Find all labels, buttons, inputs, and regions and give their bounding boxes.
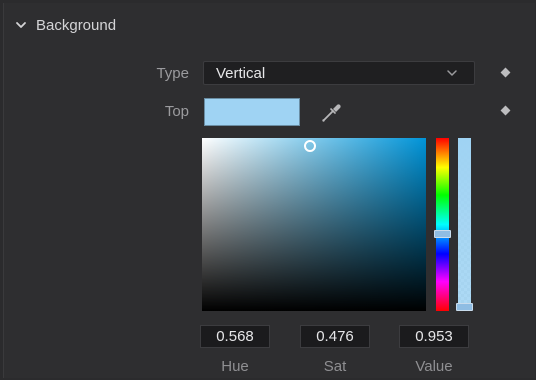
- type-keyframe-diamond-icon[interactable]: [500, 67, 511, 78]
- hue-slider[interactable]: [436, 138, 449, 311]
- value-label: Value: [415, 358, 453, 375]
- sat-input[interactable]: 0.476: [300, 325, 370, 348]
- top-keyframe-diamond-icon[interactable]: [500, 105, 511, 116]
- sat-label: Sat: [323, 358, 347, 375]
- section-title: Background: [36, 16, 117, 34]
- value-input[interactable]: 0.953: [399, 325, 469, 348]
- saturation-value-square[interactable]: [202, 138, 426, 311]
- hue-label: Hue: [221, 358, 249, 375]
- chevron-down-icon: [447, 70, 457, 76]
- hue-slider-handle[interactable]: [434, 230, 451, 238]
- sv-cursor-handle[interactable]: [304, 140, 316, 152]
- hue-input[interactable]: 0.568: [200, 325, 270, 348]
- inspector-frame: Background Type Vertical Top 0.568 0.476…: [0, 0, 536, 380]
- chevron-down-icon: [16, 22, 26, 28]
- type-label: Type: [156, 65, 189, 82]
- background-panel: Background Type Vertical Top 0.568 0.476…: [3, 3, 535, 378]
- value-slider[interactable]: [458, 138, 471, 311]
- top-label: Top: [164, 103, 189, 120]
- eyedropper-icon[interactable]: [318, 99, 344, 125]
- type-dropdown-value: Vertical: [216, 64, 266, 82]
- top-color-swatch[interactable]: [204, 98, 300, 126]
- background-section-header[interactable]: Background: [4, 13, 204, 37]
- value-slider-handle[interactable]: [456, 303, 473, 311]
- type-dropdown[interactable]: Vertical: [203, 61, 475, 85]
